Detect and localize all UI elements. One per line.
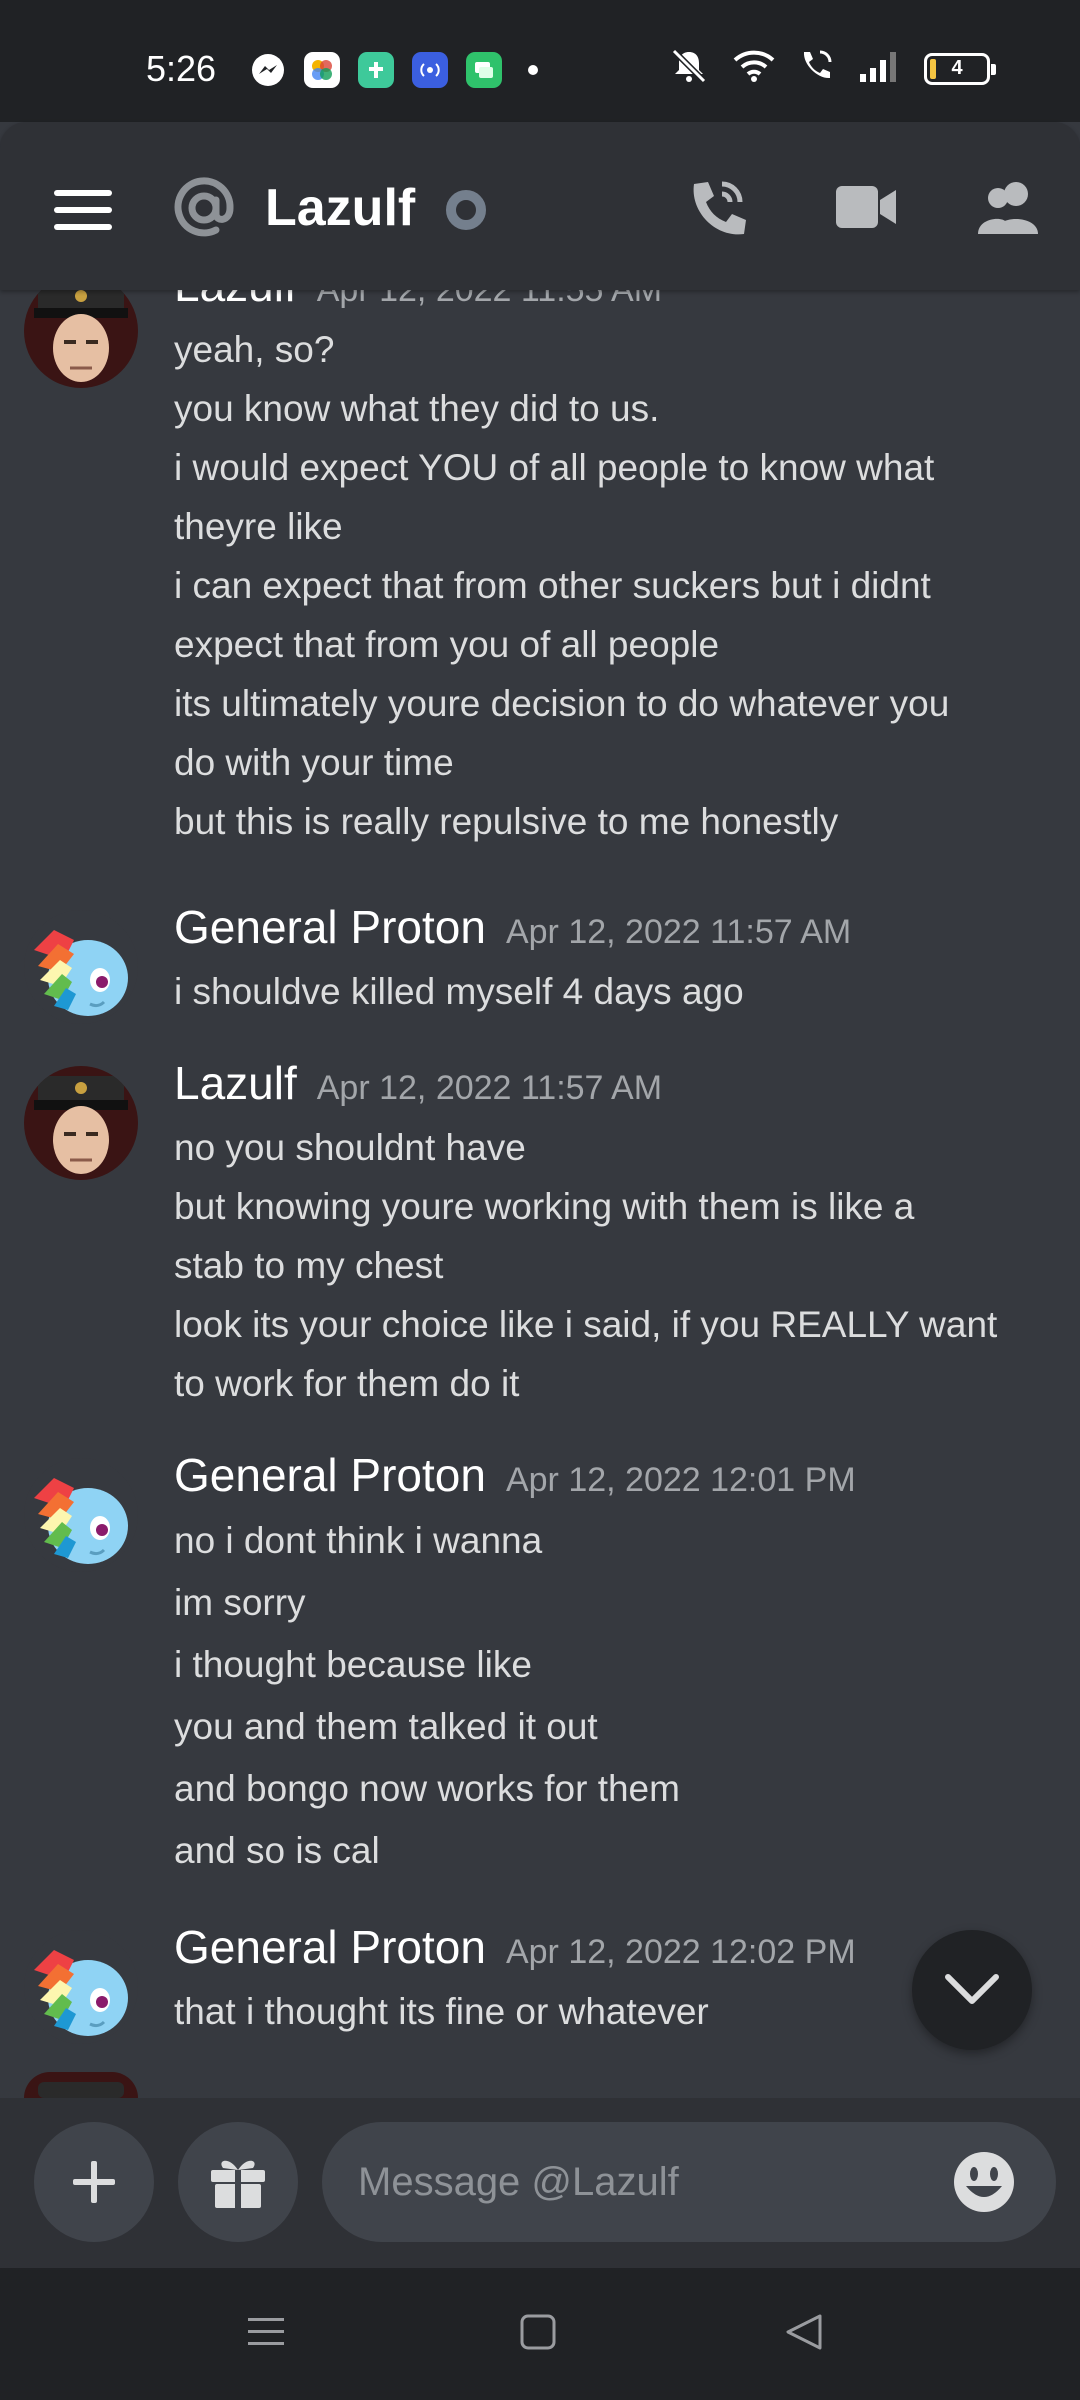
- photos-icon: [304, 52, 340, 88]
- channel-header: Lazulf: [0, 122, 1080, 290]
- mute-icon: [668, 48, 710, 89]
- message-composer: [0, 2098, 1080, 2268]
- message-line: im sorry: [174, 1582, 306, 1623]
- message-input[interactable]: [322, 2122, 1056, 2242]
- message-line: and bongo now works for them: [174, 1768, 680, 1809]
- message-line: but knowing youre working with them is l…: [174, 1186, 915, 1227]
- timestamp: Apr 12, 2022 12:02 PM: [505, 1933, 856, 1971]
- message-header: Lazulf Apr 12, 2022 11:57 AM: [174, 1056, 662, 1110]
- message-line: theyre like: [174, 506, 343, 547]
- message-content: yeah, so? you know what they did to us. …: [174, 320, 1054, 851]
- chat-icon: [466, 52, 502, 88]
- message-line: do with your time: [174, 742, 454, 783]
- back-button[interactable]: [784, 2312, 824, 2357]
- chevron-down-icon: [945, 1974, 999, 2004]
- message-line: no you shouldnt have: [174, 1127, 526, 1168]
- message-content: no you shouldnt have but knowing youre w…: [174, 1118, 1054, 1413]
- message-line: but this is really repulsive to me hones…: [174, 801, 839, 842]
- status-bar: 5:26 4: [0, 0, 1080, 122]
- scroll-to-bottom-button[interactable]: [912, 1930, 1032, 2050]
- offline-status-icon: [446, 190, 486, 230]
- app-icon: [358, 52, 394, 88]
- gift-icon: [211, 2160, 265, 2208]
- members-icon[interactable]: [976, 178, 1040, 241]
- message-line: yeah, so?: [174, 329, 335, 370]
- message-line: you know what they did to us.: [174, 388, 660, 429]
- battery-icon: 4: [924, 52, 996, 85]
- message-line: i thought because like: [174, 1644, 532, 1685]
- message-list[interactable]: Lazulf Apr 12, 2022 11:55 AM yeah, so? y…: [0, 290, 1080, 2098]
- messenger-icon: [250, 52, 286, 88]
- timestamp: Apr 12, 2022 11:55 AM: [316, 290, 663, 309]
- timestamp: Apr 12, 2022 12:01 PM: [505, 1461, 856, 1499]
- author-name[interactable]: Lazulf: [174, 290, 297, 312]
- avatar[interactable]: [24, 910, 138, 1024]
- menu-lines-icon: [248, 2318, 284, 2345]
- author-name[interactable]: General Proton: [174, 1920, 486, 1974]
- author-name[interactable]: General Proton: [174, 1448, 486, 1502]
- system-icons: 4: [668, 48, 996, 89]
- message-header: General Proton Apr 12, 2022 12:01 PM: [174, 1448, 856, 1502]
- avatar[interactable]: [24, 1066, 138, 1180]
- battery-level: 4: [951, 57, 963, 79]
- message-line: you and them talked it out: [174, 1706, 598, 1747]
- emoji-icon[interactable]: [952, 2150, 1016, 2219]
- message-line: no i dont think i wanna: [174, 1520, 543, 1561]
- timestamp: Apr 12, 2022 11:57 AM: [316, 1069, 663, 1107]
- back-triangle-icon: [786, 2314, 822, 2350]
- add-attachment-button[interactable]: [34, 2122, 154, 2242]
- message-header: General Proton Apr 12, 2022 11:57 AM: [174, 900, 851, 954]
- avatar: [24, 2072, 138, 2098]
- author-name[interactable]: Lazulf: [174, 1056, 297, 1110]
- author-name[interactable]: General Proton: [174, 900, 486, 954]
- message-line: i shouldve killed myself 4 days ago: [174, 971, 744, 1012]
- recent-apps-button[interactable]: [246, 2312, 286, 2357]
- message-line: i would expect YOU of all people to know…: [174, 447, 935, 488]
- message-line: and so is cal: [174, 1830, 380, 1871]
- at-icon: [172, 176, 236, 245]
- more-notifications-dot: [528, 65, 538, 75]
- message-header: General Proton Apr 12, 2022 12:02 PM: [174, 1920, 856, 1974]
- message-content: no i dont think i wanna im sorry i thoug…: [174, 1510, 1054, 1882]
- avatar[interactable]: [24, 290, 138, 388]
- call-icon[interactable]: [686, 174, 750, 251]
- message-line: i can expect that from other suckers but…: [174, 565, 931, 606]
- timestamp: Apr 12, 2022 11:57 AM: [505, 913, 852, 951]
- video-icon[interactable]: [834, 184, 898, 235]
- avatar[interactable]: [24, 1458, 138, 1572]
- system-nav-bar: [0, 2268, 1080, 2400]
- channel-name: Lazulf: [265, 179, 416, 237]
- broadcast-icon: [412, 52, 448, 88]
- message-line: expect that from you of all people: [174, 624, 720, 665]
- gift-button[interactable]: [178, 2122, 298, 2242]
- message-line: look its your choice like i said, if you…: [174, 1304, 998, 1345]
- wifi-call-icon: [798, 48, 836, 89]
- avatar[interactable]: [24, 1930, 138, 2044]
- message-line: stab to my chest: [174, 1245, 444, 1286]
- message-header: Lazulf Apr 12, 2022 11:55 AM: [174, 290, 662, 312]
- menu-icon[interactable]: [54, 190, 112, 230]
- status-time: 5:26: [146, 48, 217, 89]
- message-content: i shouldve killed myself 4 days ago: [174, 962, 1054, 1021]
- home-button[interactable]: [518, 2312, 558, 2357]
- plus-icon: [73, 2161, 115, 2203]
- signal-icon: [858, 48, 902, 89]
- square-icon: [520, 2314, 556, 2350]
- message-line: to work for them do it: [174, 1363, 520, 1404]
- notification-icons: [250, 52, 538, 88]
- wifi-icon: [732, 48, 776, 89]
- message-line: its ultimately youre decision to do what…: [174, 683, 950, 724]
